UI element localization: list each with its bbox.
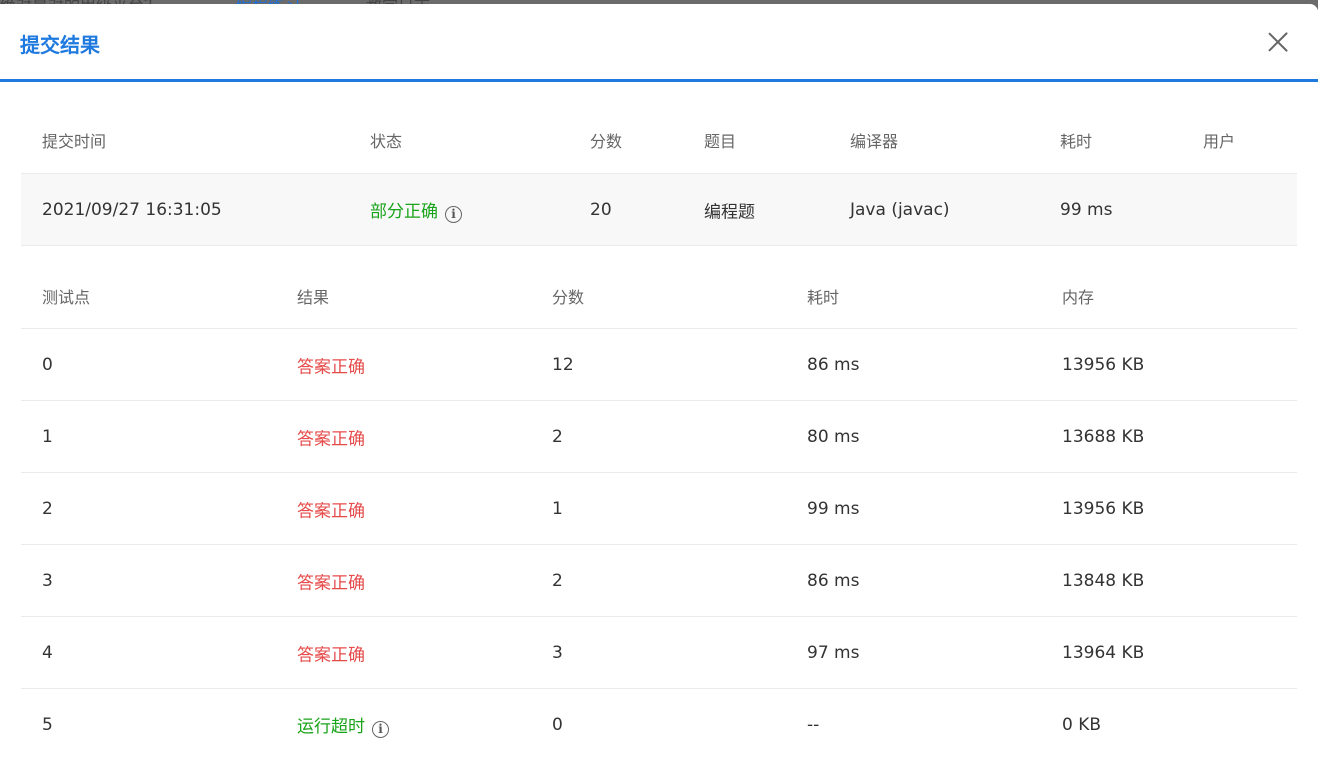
testcase-id: 3 xyxy=(42,570,53,591)
modal-title: 提交结果 xyxy=(20,33,100,57)
testcase-duration: 86 ms xyxy=(807,570,860,591)
testcase-duration: 80 ms xyxy=(807,426,860,447)
submission-status[interactable]: 部分正确 i xyxy=(370,197,462,223)
summary-header-row: 提交时间 状态 分数 题目 编译器 耗时 用户 xyxy=(21,106,1297,174)
table-row: 0 答案正确 12 86 ms 13956 KB xyxy=(21,329,1297,401)
header-user: 用户 xyxy=(1203,131,1236,151)
testcase-score: 2 xyxy=(552,570,563,591)
submission-duration: 99 ms xyxy=(1060,199,1113,220)
testcase-duration: 97 ms xyxy=(807,642,860,663)
header-score: 分数 xyxy=(590,131,623,151)
header-submit-time: 提交时间 xyxy=(42,131,107,151)
header-testcase: 测试点 xyxy=(42,288,91,307)
testcase-score: 1 xyxy=(552,498,563,519)
testcase-result: 答案正确 xyxy=(297,357,365,377)
testcase-memory: 13956 KB xyxy=(1062,498,1145,519)
table-row: 1 答案正确 2 80 ms 13688 KB xyxy=(21,401,1297,473)
testcase-memory: 13956 KB xyxy=(1062,354,1145,375)
testcase-id: 0 xyxy=(42,354,53,375)
testcase-result: 答案正确 xyxy=(297,429,365,449)
table-row: 3 答案正确 2 86 ms 13848 KB xyxy=(21,545,1297,617)
testcase-header-row: 测试点 结果 分数 耗时 内存 xyxy=(21,246,1297,329)
modal-body: 提交时间 状态 分数 题目 编译器 耗时 用户 2021/09/27 16:31… xyxy=(21,106,1297,758)
header-status: 状态 xyxy=(370,131,403,151)
testcase-duration: 99 ms xyxy=(807,498,860,519)
header-compiler: 编译器 xyxy=(850,131,899,151)
testcase-score: 3 xyxy=(552,642,563,663)
testcase-memory: 13848 KB xyxy=(1062,570,1145,591)
testcase-id: 1 xyxy=(42,426,53,447)
testcase-result[interactable]: 运行超时 i xyxy=(297,712,389,738)
modal-header: 提交结果 xyxy=(0,4,1318,82)
info-icon[interactable]: i xyxy=(372,721,389,738)
testcase-score: 0 xyxy=(552,715,563,735)
header-result: 结果 xyxy=(297,288,330,307)
summary-row: 2021/09/27 16:31:05 部分正确 i 20 编程题 Java (j… xyxy=(21,174,1297,246)
header-tc-duration: 耗时 xyxy=(807,288,840,307)
testcase-result: 答案正确 xyxy=(297,501,365,521)
close-icon[interactable] xyxy=(1264,28,1292,56)
submission-result-modal: 提交结果 提交时间 状态 分数 题目 编译器 耗时 用户 2021/09/27 … xyxy=(0,4,1318,758)
submission-status-text[interactable]: 部分正确 xyxy=(370,202,438,222)
testcase-score: 2 xyxy=(552,426,563,447)
testcase-memory: 13688 KB xyxy=(1062,426,1145,447)
info-icon[interactable]: i xyxy=(445,205,462,223)
table-row: 5 运行超时 i 0 -- 0 KB xyxy=(21,689,1297,758)
header-tc-score: 分数 xyxy=(552,288,585,307)
header-memory: 内存 xyxy=(1062,288,1095,307)
testcase-result-text[interactable]: 运行超时 xyxy=(297,717,365,737)
testcase-id: 2 xyxy=(42,498,53,519)
compiler-name: Java (javac) xyxy=(850,199,950,220)
testcase-duration: -- xyxy=(807,715,820,735)
testcase-id: 5 xyxy=(42,715,53,735)
testcase-memory: 13964 KB xyxy=(1062,642,1145,663)
testcase-result: 答案正确 xyxy=(297,573,365,593)
testcase-id: 4 xyxy=(42,642,53,663)
testcase-duration: 86 ms xyxy=(807,354,860,375)
submission-score: 20 xyxy=(590,199,612,220)
problem-name[interactable]: 编程题 xyxy=(704,197,755,222)
submit-time: 2021/09/27 16:31:05 xyxy=(42,199,222,220)
testcase-memory: 0 KB xyxy=(1062,715,1102,735)
testcase-score: 12 xyxy=(552,354,574,375)
table-row: 4 答案正确 3 97 ms 13964 KB xyxy=(21,617,1297,689)
header-duration: 耗时 xyxy=(1060,131,1093,151)
header-problem: 题目 xyxy=(704,131,737,151)
testcase-result: 答案正确 xyxy=(297,645,365,665)
table-row: 2 答案正确 1 99 ms 13956 KB xyxy=(21,473,1297,545)
